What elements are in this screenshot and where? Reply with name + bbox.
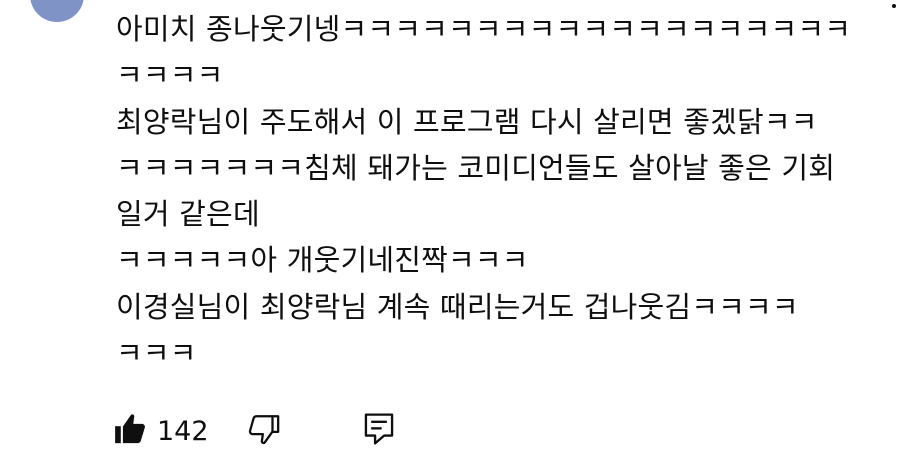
comment-actions: 142: [113, 406, 395, 456]
reply-button[interactable]: [363, 412, 395, 450]
comment-line: 최양락님이 주도해서 이 프로그램 다시 살리면 좋겠닭ㅋㅋ: [116, 104, 818, 139]
more-options-icon[interactable]: [882, 0, 906, 18]
like-count: 142: [157, 415, 209, 447]
like-button[interactable]: 142: [113, 412, 209, 450]
comment-line: ㅋㅋㅋㅋㅋㅋㅋ침체 돼가는 코미디언들도 살아날 좋은 기회: [116, 150, 836, 185]
comment-line: 아미치 종나웃기넹ㅋㅋㅋㅋㅋㅋㅋㅋㅋㅋㅋㅋㅋㅋㅋㅋㅋㅋㅋ: [116, 12, 852, 46]
comment-line: 이경실님이 최양락님 계속 때리는거도 겁나웃김ㅋㅋㅋㅋ: [116, 289, 799, 324]
comment-text: 아미치 종나웃기넹ㅋㅋㅋㅋㅋㅋㅋㅋㅋㅋㅋㅋㅋㅋㅋㅋㅋㅋㅋ ㅋㅋㅋㅋ 최양락님이 …: [116, 6, 852, 376]
comment-line: ㅋㅋㅋ: [116, 336, 197, 371]
avatar[interactable]: [30, 0, 84, 22]
comment-line: ㅋㅋㅋㅋㅋ아 개웃기네진짝ㅋㅋㅋ: [116, 243, 529, 278]
thumbs-down-icon: [247, 412, 281, 450]
comment-line: ㅋㅋㅋㅋ: [116, 58, 224, 93]
thumbs-up-icon: [113, 412, 147, 450]
comment-icon: [363, 412, 395, 450]
comment-line: 일거 같은데: [116, 197, 260, 232]
dislike-button[interactable]: [247, 412, 281, 450]
